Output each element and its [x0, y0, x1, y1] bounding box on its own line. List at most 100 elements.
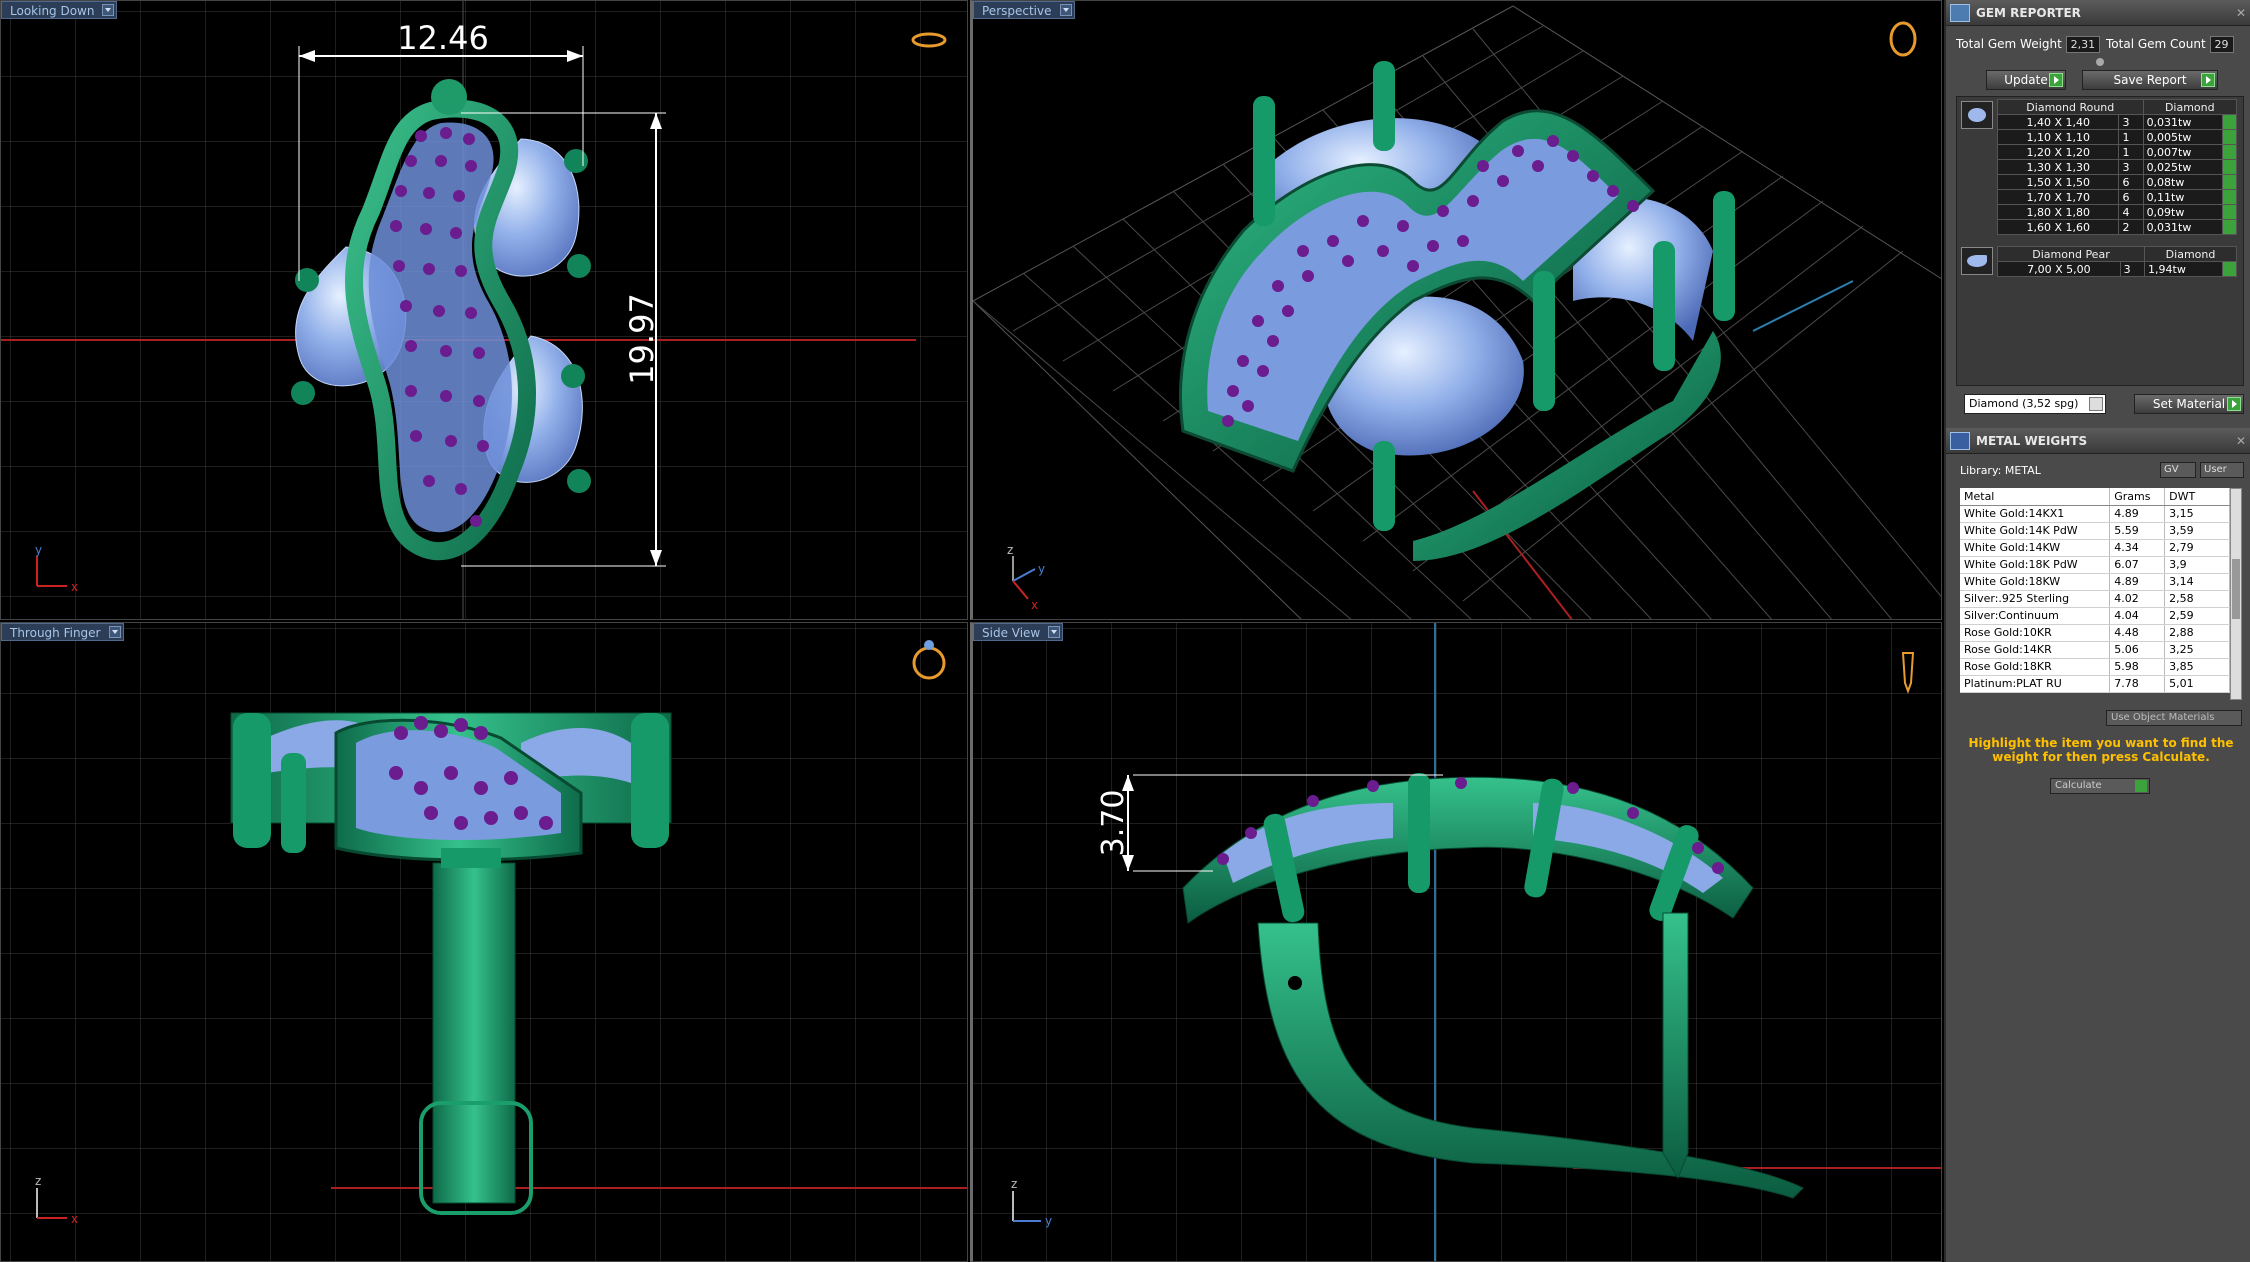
table-row[interactable]: White Gold:14KX1 4.89 3,15 — [1960, 505, 2230, 523]
dim-height-label: 19.97 — [623, 293, 661, 385]
grams-cell: 4.04 — [2109, 607, 2166, 625]
axis-z-label: z — [1007, 543, 1013, 557]
gem-count-cell: 3 — [2118, 114, 2144, 130]
view-selector-side-view[interactable]: Side View — [973, 623, 1064, 641]
side-view-canvas: 3.70 y z — [973, 623, 1941, 1261]
select-gem-icon[interactable] — [2222, 189, 2237, 205]
table-row[interactable]: White Gold:18KW 4.89 3,14 — [1960, 573, 2230, 591]
material-select[interactable]: Diamond (3,52 spg) — [1964, 394, 2106, 414]
table-row[interactable]: Rose Gold:14KR 5.06 3,25 — [1960, 641, 2230, 659]
viewport-perspective[interactable]: z y x Perspective — [970, 0, 1942, 620]
dwt-cell: 3,25 — [2164, 641, 2230, 659]
grams-cell: 4.89 — [2109, 505, 2166, 523]
table-row[interactable]: White Gold:14KW 4.34 2,79 — [1960, 539, 2230, 557]
scrollbar[interactable] — [2230, 488, 2242, 700]
gem-weight-cell: 0,08tw — [2142, 174, 2224, 190]
gem-weight-cell: 0,007tw — [2142, 144, 2224, 160]
chevron-down-icon[interactable] — [1048, 626, 1061, 638]
looking-down-canvas: 12.46 19.97 x y — [1, 1, 967, 619]
dwt-cell: 2,88 — [2164, 624, 2230, 642]
gem-group-name: Diamond Pear — [1996, 246, 2146, 262]
table-row[interactable]: 1,10 X 1,10 1 0,005tw — [1996, 129, 2237, 145]
grams-cell: 6.07 — [2109, 556, 2166, 574]
dwt-cell: 3,14 — [2164, 573, 2230, 591]
gem-count-cell: 6 — [2118, 189, 2144, 205]
chevron-down-icon[interactable] — [2089, 397, 2103, 411]
metal-weights-icon — [1950, 432, 1970, 450]
table-row[interactable]: 1,80 X 1,80 4 0,09tw — [1996, 204, 2237, 220]
table-row[interactable]: 1,50 X 1,50 6 0,08tw — [1996, 174, 2237, 190]
select-gem-icon[interactable] — [2222, 129, 2237, 145]
gem-reporter-header[interactable]: GEM REPORTER ✕ — [1946, 0, 2250, 26]
table-row[interactable]: Rose Gold:10KR 4.48 2,88 — [1960, 624, 2230, 642]
table-row[interactable]: White Gold:18K PdW 6.07 3,9 — [1960, 556, 2230, 574]
table-header-row: Diamond Round Diamond — [1997, 99, 2238, 115]
total-gem-weight-label: Total Gem Weight — [1956, 37, 2062, 51]
calculate-button-label: Calculate — [2055, 780, 2102, 791]
view-label: Perspective — [982, 4, 1052, 18]
metal-name-cell: White Gold:18K PdW — [1960, 556, 2111, 574]
axis-x-label: x — [1031, 598, 1038, 612]
axis-z-label: z — [35, 1174, 41, 1188]
user-toggle[interactable]: User — [2200, 462, 2244, 478]
table-row[interactable]: 1,30 X 1,30 3 0,025tw — [1996, 159, 2237, 175]
ring-gem-icon — [924, 640, 934, 650]
metal-weights-header[interactable]: METAL WEIGHTS ✕ — [1946, 428, 2250, 454]
gem-weight-cell: 0,09tw — [2142, 204, 2224, 220]
viewport-looking-down[interactable]: 12.46 19.97 x y Looking Down — [0, 0, 968, 620]
viewport-through-finger[interactable]: x z Through Finger — [0, 622, 968, 1262]
select-gem-icon[interactable] — [2222, 204, 2237, 220]
save-report-button[interactable]: Save Report — [2082, 70, 2218, 90]
view-selector-looking-down[interactable]: Looking Down — [1, 1, 118, 19]
select-gem-icon[interactable] — [2222, 174, 2237, 190]
table-row[interactable]: White Gold:14K PdW 5.59 3,59 — [1960, 522, 2230, 540]
pear-gem-icon — [1961, 247, 1993, 275]
select-gem-icon[interactable] — [2222, 114, 2237, 130]
calculate-button[interactable]: Calculate — [2050, 778, 2150, 794]
table-header-row: Diamond Pear Diamond — [1996, 246, 2237, 262]
gem-size-cell: 1,80 X 1,80 — [1996, 204, 2120, 220]
use-object-materials-toggle[interactable]: Use Object Materials — [2106, 710, 2242, 726]
view-label: Looking Down — [10, 4, 95, 18]
splitter-handle-icon[interactable] — [2096, 58, 2104, 66]
table-row[interactable]: 1,40 X 1,40 3 0,031tw — [1996, 114, 2237, 130]
viewport-side-view[interactable]: 3.70 y z Side View — [970, 622, 1942, 1262]
axis-y-label: y — [35, 543, 42, 557]
update-button[interactable]: Update — [1986, 70, 2066, 90]
close-icon[interactable]: ✕ — [2236, 0, 2246, 26]
set-material-button[interactable]: Set Material — [2134, 394, 2244, 414]
chevron-down-icon[interactable] — [108, 626, 121, 638]
chevron-down-icon[interactable] — [1059, 4, 1072, 16]
gem-group-material: Diamond — [2142, 99, 2238, 115]
table-row[interactable]: Rose Gold:18KR 5.98 3,85 — [1960, 658, 2230, 676]
table-row[interactable]: Platinum:PLAT RU 7.78 5,01 — [1960, 675, 2230, 693]
view-selector-through-finger[interactable]: Through Finger — [1, 623, 124, 641]
view-selector-perspective[interactable]: Perspective — [973, 1, 1075, 19]
gv-toggle[interactable]: GV — [2160, 462, 2196, 478]
scrollbar-thumb[interactable] — [2232, 559, 2240, 619]
dim-height-label: 3.70 — [1096, 790, 1131, 857]
select-gem-icon[interactable] — [2222, 159, 2237, 175]
table-row[interactable]: 7,00 X 5,00 3 1,94tw — [1997, 261, 2237, 277]
table-row[interactable]: Silver:Continuum 4.04 2,59 — [1960, 607, 2230, 625]
grams-cell: 7.78 — [2109, 675, 2166, 693]
table-row[interactable]: 1,20 X 1,20 1 0,007tw — [1996, 144, 2237, 160]
chevron-down-icon[interactable] — [102, 4, 115, 16]
table-row[interactable]: Silver:.925 Sterling 4.02 2,58 — [1960, 590, 2230, 608]
gv-label: GV — [2164, 464, 2179, 475]
gem-count-cell: 1 — [2118, 129, 2144, 145]
select-gem-icon[interactable] — [2222, 144, 2237, 160]
select-gem-icon[interactable] — [2222, 261, 2237, 277]
select-gem-icon[interactable] — [2222, 219, 2237, 235]
close-icon[interactable]: ✕ — [2236, 428, 2246, 454]
column-header-grams: Grams — [2109, 488, 2166, 506]
table-row[interactable]: 1,60 X 1,60 2 0,031tw — [1996, 219, 2237, 235]
diamond-round-table: Diamond Round Diamond 1,40 X 1,40 3 0,031t… — [1996, 99, 2238, 235]
table-row[interactable]: 1,70 X 1,70 6 0,11tw — [1996, 189, 2237, 205]
gem-size-cell: 1,70 X 1,70 — [1996, 189, 2120, 205]
instruction-note: Highlight the item you want to find the … — [1968, 736, 2234, 764]
metal-name-cell: Silver:.925 Sterling — [1960, 590, 2111, 608]
save-report-button-label: Save Report — [2113, 73, 2187, 87]
library-label: Library: METAL — [1960, 464, 2041, 477]
gem-reporter-icon — [1950, 4, 1970, 22]
